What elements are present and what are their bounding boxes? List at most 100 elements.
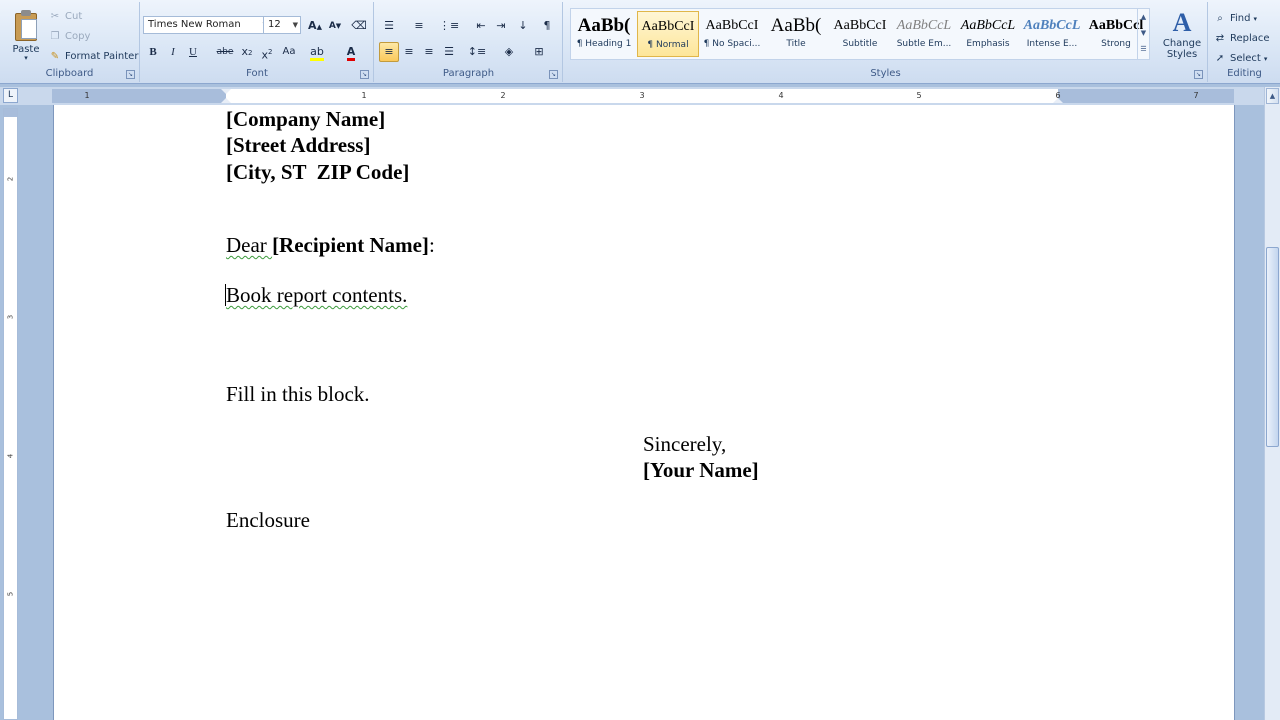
clear-formatting-button[interactable]: ⌫ [349, 16, 369, 36]
grow-font-button[interactable]: A▲ [305, 16, 325, 36]
hanging-indent-marker[interactable] [221, 98, 231, 103]
align-center-button[interactable]: ≡ [399, 42, 419, 62]
ruler-number: 1 [84, 91, 90, 100]
change-styles-label-2: Styles [1166, 49, 1198, 60]
highlight-button[interactable]: ab [307, 42, 327, 62]
eraser-icon: ⌫ [351, 19, 367, 32]
change-styles-icon: A [1172, 8, 1192, 37]
italic-button[interactable]: I [163, 42, 183, 62]
enclosure-line[interactable]: Enclosure [226, 507, 310, 533]
style-no-spacing[interactable]: AaBbCcI ¶ No Spaci... [701, 11, 763, 57]
paragraph-group-label: Paragraph [442, 68, 495, 79]
style-emphasis[interactable]: AaBbCcL Emphasis [957, 11, 1019, 57]
select-arrow-icon: ➚ [1215, 53, 1225, 64]
document-page[interactable]: [Company Name] [Street Address] [City, S… [54, 105, 1234, 720]
paintbrush-icon: ✎ [50, 51, 60, 62]
clipboard-dialog-launcher-icon[interactable]: ↘ [126, 70, 135, 79]
style-normal[interactable]: AaBbCcI ¶ Normal [637, 11, 699, 57]
cut-button[interactable]: ✂ Cut [48, 8, 82, 26]
clipboard-group-label: Clipboard [45, 68, 94, 79]
numbering-icon: ≡ [414, 19, 424, 32]
increase-indent-button[interactable]: ⇥ [491, 16, 511, 36]
style-subtle-emphasis[interactable]: AaBbCcL Subtle Em... [893, 11, 955, 57]
show-hide-button[interactable]: ¶ [537, 16, 557, 36]
font-family-combo[interactable]: Times New Roman ▼ [143, 16, 271, 34]
shrink-font-button[interactable]: A▼ [325, 16, 345, 36]
font-dialog-launcher-icon[interactable]: ↘ [360, 70, 369, 79]
align-left-button[interactable]: ≡ [379, 42, 399, 62]
pilcrow-icon: ¶ [543, 19, 551, 32]
style-subtitle[interactable]: AaBbCcI Subtitle [829, 11, 891, 57]
company-name-line[interactable]: [Company Name] [226, 106, 385, 132]
paste-button[interactable]: Paste ▾ [6, 6, 46, 66]
style-title[interactable]: AaBb( Title [765, 11, 827, 57]
scroll-thumb[interactable] [1266, 247, 1279, 447]
chevron-down-icon: ▼ [292, 21, 298, 29]
format-painter-label: Format Painter [65, 51, 139, 62]
fill-block-line[interactable]: Fill in this block. [226, 381, 370, 407]
scissors-icon: ✂ [50, 11, 60, 22]
right-indent-marker[interactable] [1053, 98, 1063, 103]
horizontal-ruler[interactable]: 1 1 2 3 4 5 6 7 [52, 89, 1234, 103]
styles-gallery-scroll[interactable]: ▲ ▼ ☰ [1137, 9, 1149, 59]
strikethrough-button[interactable]: abe [215, 42, 235, 62]
superscript-button[interactable]: x2 [257, 42, 277, 62]
bullets-button[interactable]: ☰ [379, 16, 399, 36]
body-line[interactable]: Book report contents. [226, 282, 407, 308]
vertical-ruler[interactable]: 2 3 4 5 [3, 108, 18, 720]
find-button[interactable]: ⌕ Find ▾ [1213, 10, 1257, 28]
chevron-down-icon[interactable]: ▼ [1138, 25, 1149, 41]
styles-gallery: AaBb( ¶ Heading 1 AaBbCcI ¶ Normal AaBbC… [570, 8, 1150, 60]
align-right-button[interactable]: ≡ [419, 42, 439, 62]
ruler-number: 7 [1193, 91, 1199, 100]
align-center-icon: ≡ [404, 45, 414, 58]
ruler-number: 2 [500, 91, 506, 100]
font-color-button[interactable]: A [341, 42, 361, 62]
replace-label: Replace [1230, 33, 1270, 44]
justify-button[interactable]: ☰ [439, 42, 459, 62]
replace-button[interactable]: ⇄ Replace [1213, 30, 1270, 48]
street-address-line[interactable]: [Street Address] [226, 132, 370, 158]
subscript-button[interactable]: x2 [237, 42, 257, 62]
multilevel-list-button[interactable]: ⋮≡ [439, 16, 459, 36]
change-styles-button[interactable]: A Change Styles [1160, 8, 1204, 68]
vruler-number: 5 [6, 591, 15, 597]
salutation-line[interactable]: Dear [Recipient Name]: [226, 232, 435, 258]
more-icon[interactable]: ☰ [1138, 41, 1149, 57]
ruler-row: L 1 1 2 3 4 5 6 7 [0, 87, 1280, 105]
style-intense-emphasis[interactable]: AaBbCcL Intense E... [1021, 11, 1083, 57]
borders-button[interactable]: ⊞ [529, 42, 549, 62]
change-styles-label: Change [1162, 38, 1202, 49]
justify-icon: ☰ [444, 45, 454, 58]
closing-line[interactable]: Sincerely, [643, 431, 726, 457]
underline-button[interactable]: U [183, 42, 203, 62]
copy-button[interactable]: ❐ Copy [48, 28, 91, 46]
font-group-label: Font [246, 68, 268, 79]
replace-icon: ⇄ [1215, 33, 1225, 44]
ruler-number: 4 [778, 91, 784, 100]
numbering-button[interactable]: ≡ [409, 16, 429, 36]
paint-bucket-icon: ◈ [504, 45, 514, 58]
shading-button[interactable]: ◈ [499, 42, 519, 62]
city-line[interactable]: [City, ST ZIP Code] [226, 159, 409, 185]
your-name-line[interactable]: [Your Name] [643, 457, 759, 483]
decrease-indent-button[interactable]: ⇤ [471, 16, 491, 36]
styles-dialog-launcher-icon[interactable]: ↘ [1194, 70, 1203, 79]
select-button[interactable]: ➚ Select ▾ [1213, 50, 1268, 68]
vertical-scrollbar[interactable]: ▲ [1264, 87, 1280, 720]
font-size-combo[interactable]: 12 ▼ [263, 16, 301, 34]
format-painter-button[interactable]: ✎ Format Painter [48, 48, 139, 66]
tab-selector-icon[interactable]: L [3, 88, 18, 103]
bold-button[interactable]: B [143, 42, 163, 62]
chevron-up-icon[interactable]: ▲ [1138, 9, 1149, 25]
highlighter-icon: ab [310, 45, 324, 61]
editing-group: ⌕ Find ▾ ⇄ Replace ➚ Select ▾ Editing [1209, 2, 1280, 82]
styles-group-label: Styles [870, 68, 901, 79]
scroll-up-button[interactable]: ▲ [1266, 88, 1279, 104]
style-heading-1[interactable]: AaBb( ¶ Heading 1 [573, 11, 635, 57]
paragraph-dialog-launcher-icon[interactable]: ↘ [549, 70, 558, 79]
line-spacing-button[interactable]: ↕≡ [467, 42, 487, 62]
first-line-indent-marker[interactable] [221, 89, 231, 94]
sort-button[interactable]: ↓ [513, 16, 533, 36]
change-case-button[interactable]: Aa [279, 42, 299, 62]
